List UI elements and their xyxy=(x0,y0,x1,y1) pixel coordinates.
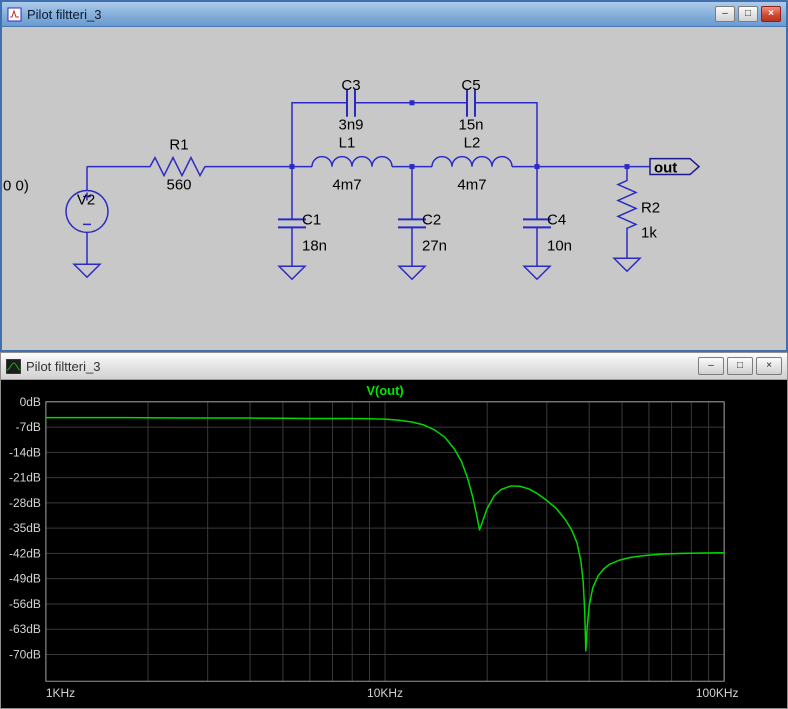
component-name[interactable]: V2 xyxy=(77,191,95,208)
inductor-l1[interactable]: L1 4m7 xyxy=(312,135,392,194)
schematic-window-controls: – □ × xyxy=(715,6,781,22)
y-tick-label: -28dB xyxy=(9,496,41,510)
x-tick-label: 1KHz xyxy=(46,686,75,700)
component-value[interactable]: 4m7 xyxy=(332,177,361,194)
plot-title: V(out) xyxy=(366,383,403,398)
component-name[interactable]: L1 xyxy=(339,135,356,152)
schematic-document-icon[interactable] xyxy=(7,7,22,22)
component-name[interactable]: R1 xyxy=(169,137,188,154)
inductor-l2[interactable]: L2 4m7 xyxy=(432,135,512,194)
ground-icon xyxy=(74,264,100,277)
resistor-r2[interactable]: R2 1k xyxy=(618,177,660,242)
y-tick-label: 0dB xyxy=(20,395,41,409)
maximize-button[interactable]: □ xyxy=(738,6,758,22)
component-value[interactable]: 3n9 xyxy=(338,117,363,134)
net-label-out[interactable]: out xyxy=(650,159,699,177)
capacitor-c1[interactable]: C1 18n xyxy=(278,211,327,254)
component-value[interactable]: 10n xyxy=(547,237,572,254)
ground-icon xyxy=(524,266,550,279)
waveform-window-controls: – □ × xyxy=(698,357,782,375)
component-name[interactable]: R2 xyxy=(641,199,660,216)
schematic-window-title: Pilot filtteri_3 xyxy=(27,7,710,22)
maximize-button[interactable]: □ xyxy=(727,357,753,375)
y-tick-label: -21dB xyxy=(9,471,41,485)
component-value[interactable]: 15n xyxy=(458,117,483,134)
y-tick-label: -49dB xyxy=(9,572,41,586)
capacitor-c5[interactable]: C5 15n xyxy=(458,77,483,134)
x-tick-label: 100KHz xyxy=(696,686,739,700)
close-button[interactable]: × xyxy=(761,6,781,22)
waveform-window: Pilot filtteri_3 – □ × 0dB -7dB -14dB -21dB… xyxy=(0,352,788,709)
component-name[interactable]: L2 xyxy=(464,135,481,152)
resistor-r1[interactable]: R1 560 xyxy=(142,137,217,194)
schematic-canvas[interactable]: V2 R1 560 L1 4m7 L2 4m7 xyxy=(2,27,786,350)
ground-symbols[interactable] xyxy=(74,258,640,279)
y-tick-label: -35dB xyxy=(9,521,41,535)
ground-icon xyxy=(399,266,425,279)
y-tick-label: -56dB xyxy=(9,597,41,611)
schematic-drawing: V2 R1 560 L1 4m7 L2 4m7 xyxy=(2,27,786,350)
waveform-titlebar[interactable]: Pilot filtteri_3 – □ × xyxy=(1,353,787,380)
component-value[interactable]: 18n xyxy=(302,237,327,254)
component-name[interactable]: C1 xyxy=(302,211,321,228)
ground-icon xyxy=(614,258,640,271)
schematic-titlebar[interactable]: Pilot filtteri_3 – □ × xyxy=(2,2,786,27)
y-tick-label: -14dB xyxy=(9,445,41,459)
component-name[interactable]: C4 xyxy=(547,211,566,228)
close-button[interactable]: × xyxy=(756,357,782,375)
component-name[interactable]: C2 xyxy=(422,211,441,228)
minimize-button[interactable]: – xyxy=(698,357,724,375)
y-tick-label: -42dB xyxy=(9,546,41,560)
waveform-plot-icon[interactable] xyxy=(6,359,21,374)
voltage-source-v2[interactable]: V2 xyxy=(66,190,108,232)
ground-icon xyxy=(279,266,305,279)
waveform-plot[interactable]: 0dB -7dB -14dB -21dB -28dB -35dB -42dB -49dB -56… xyxy=(1,380,787,708)
capacitor-c3[interactable]: C3 3n9 xyxy=(338,77,363,134)
component-value[interactable]: 560 xyxy=(166,177,191,194)
net-label-text[interactable]: out xyxy=(654,160,677,177)
x-tick-label: 10KHz xyxy=(367,686,403,700)
y-tick-label: -7dB xyxy=(16,420,41,434)
component-name[interactable]: C5 xyxy=(461,77,480,94)
schematic-window: Pilot filtteri_3 – □ × V2 R1 560 xyxy=(0,0,788,352)
capacitor-c4[interactable]: C4 10n xyxy=(523,211,572,254)
component-value[interactable]: 1k xyxy=(641,224,657,241)
minimize-button[interactable]: – xyxy=(715,6,735,22)
spice-directive-partial[interactable]: 0 0) xyxy=(3,178,29,195)
component-value[interactable]: 4m7 xyxy=(457,177,486,194)
waveform-plot-area[interactable]: 0dB -7dB -14dB -21dB -28dB -35dB -42dB -49dB -56… xyxy=(1,380,787,708)
waveform-window-title: Pilot filtteri_3 xyxy=(26,359,693,374)
y-tick-label: -70dB xyxy=(9,647,41,661)
component-value[interactable]: 27n xyxy=(422,237,447,254)
y-tick-label: -63dB xyxy=(9,622,41,636)
component-name[interactable]: C3 xyxy=(341,77,360,94)
capacitor-c2[interactable]: C2 27n xyxy=(398,211,447,254)
